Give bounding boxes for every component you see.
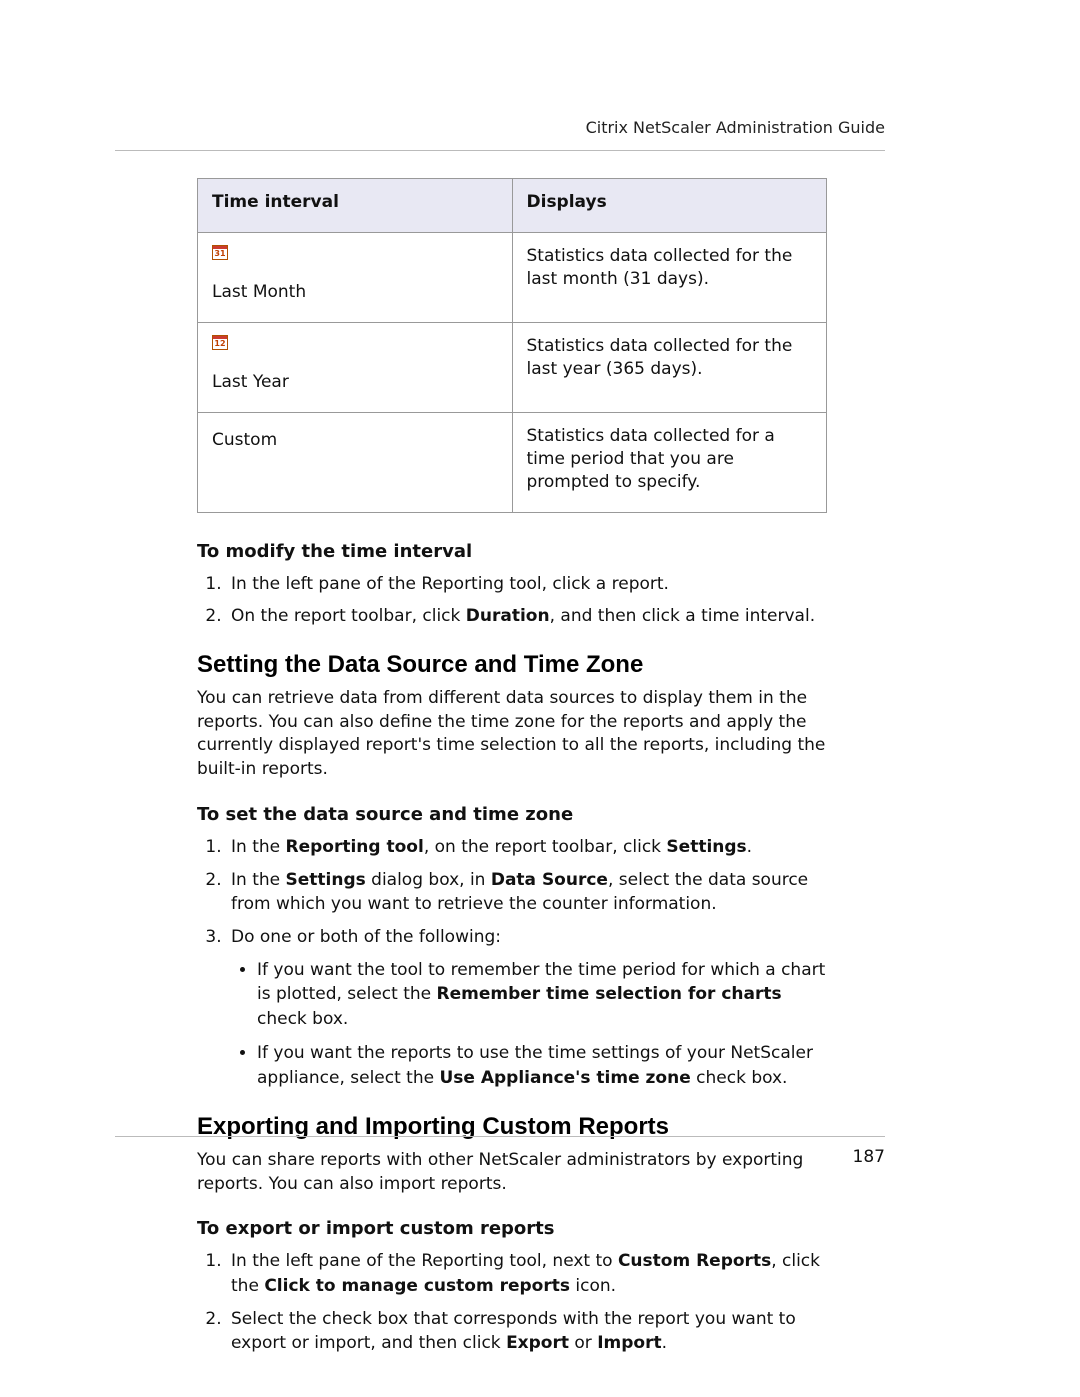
- interval-desc: Statistics data collected for the last m…: [512, 232, 827, 322]
- subheading-set-data-source: To set the data source and time zone: [197, 804, 827, 825]
- list-item: If you want the reports to use the time …: [257, 1041, 827, 1090]
- table-header-time-interval: Time interval: [198, 179, 513, 233]
- steps-modify-time-interval: In the left pane of the Reporting tool, …: [197, 572, 827, 629]
- running-head: Citrix NetScaler Administration Guide: [586, 118, 885, 137]
- page-content: Time interval Displays 31 Last Month Sta…: [197, 178, 827, 1356]
- steps-export-import: In the left pane of the Reporting tool, …: [197, 1249, 827, 1356]
- list-item: In the left pane of the Reporting tool, …: [227, 572, 827, 597]
- interval-label: Custom: [212, 429, 498, 452]
- time-interval-table: Time interval Displays 31 Last Month Sta…: [197, 178, 827, 513]
- table-row: Custom Statistics data collected for a t…: [198, 412, 827, 512]
- calendar-icon: 31: [212, 245, 228, 260]
- heading-data-source-time-zone: Setting the Data Source and Time Zone: [197, 651, 827, 679]
- list-item: Do one or both of the following: If you …: [227, 925, 827, 1091]
- table-row: 12 Last Year Statistics data collected f…: [198, 322, 827, 412]
- list-item: If you want the tool to remember the tim…: [257, 958, 827, 1032]
- paragraph: You can retrieve data from different dat…: [197, 687, 827, 782]
- interval-label: Last Year: [212, 371, 498, 394]
- interval-label: Last Month: [212, 281, 498, 304]
- interval-desc: Statistics data collected for a time per…: [512, 412, 827, 512]
- calendar-icon: 12: [212, 335, 228, 350]
- page-number: 187: [853, 1147, 885, 1167]
- table-row: 31 Last Month Statistics data collected …: [198, 232, 827, 322]
- table-header-displays: Displays: [512, 179, 827, 233]
- subheading-modify-time-interval: To modify the time interval: [197, 541, 827, 562]
- steps-set-data-source: In the Reporting tool, on the report too…: [197, 835, 827, 1091]
- subheading-export-import: To export or import custom reports: [197, 1218, 827, 1239]
- footer-rule: [115, 1136, 885, 1137]
- bullet-list: If you want the tool to remember the tim…: [231, 958, 827, 1091]
- list-item: In the Reporting tool, on the report too…: [227, 835, 827, 860]
- list-item: On the report toolbar, click Duration, a…: [227, 604, 827, 629]
- list-item: In the Settings dialog box, in Data Sour…: [227, 868, 827, 917]
- list-item: In the left pane of the Reporting tool, …: [227, 1249, 827, 1298]
- paragraph: You can share reports with other NetScal…: [197, 1149, 827, 1197]
- header-rule: [115, 150, 885, 151]
- list-item: Select the check box that corresponds wi…: [227, 1307, 827, 1356]
- interval-desc: Statistics data collected for the last y…: [512, 322, 827, 412]
- page: Citrix NetScaler Administration Guide Ti…: [0, 0, 1080, 1397]
